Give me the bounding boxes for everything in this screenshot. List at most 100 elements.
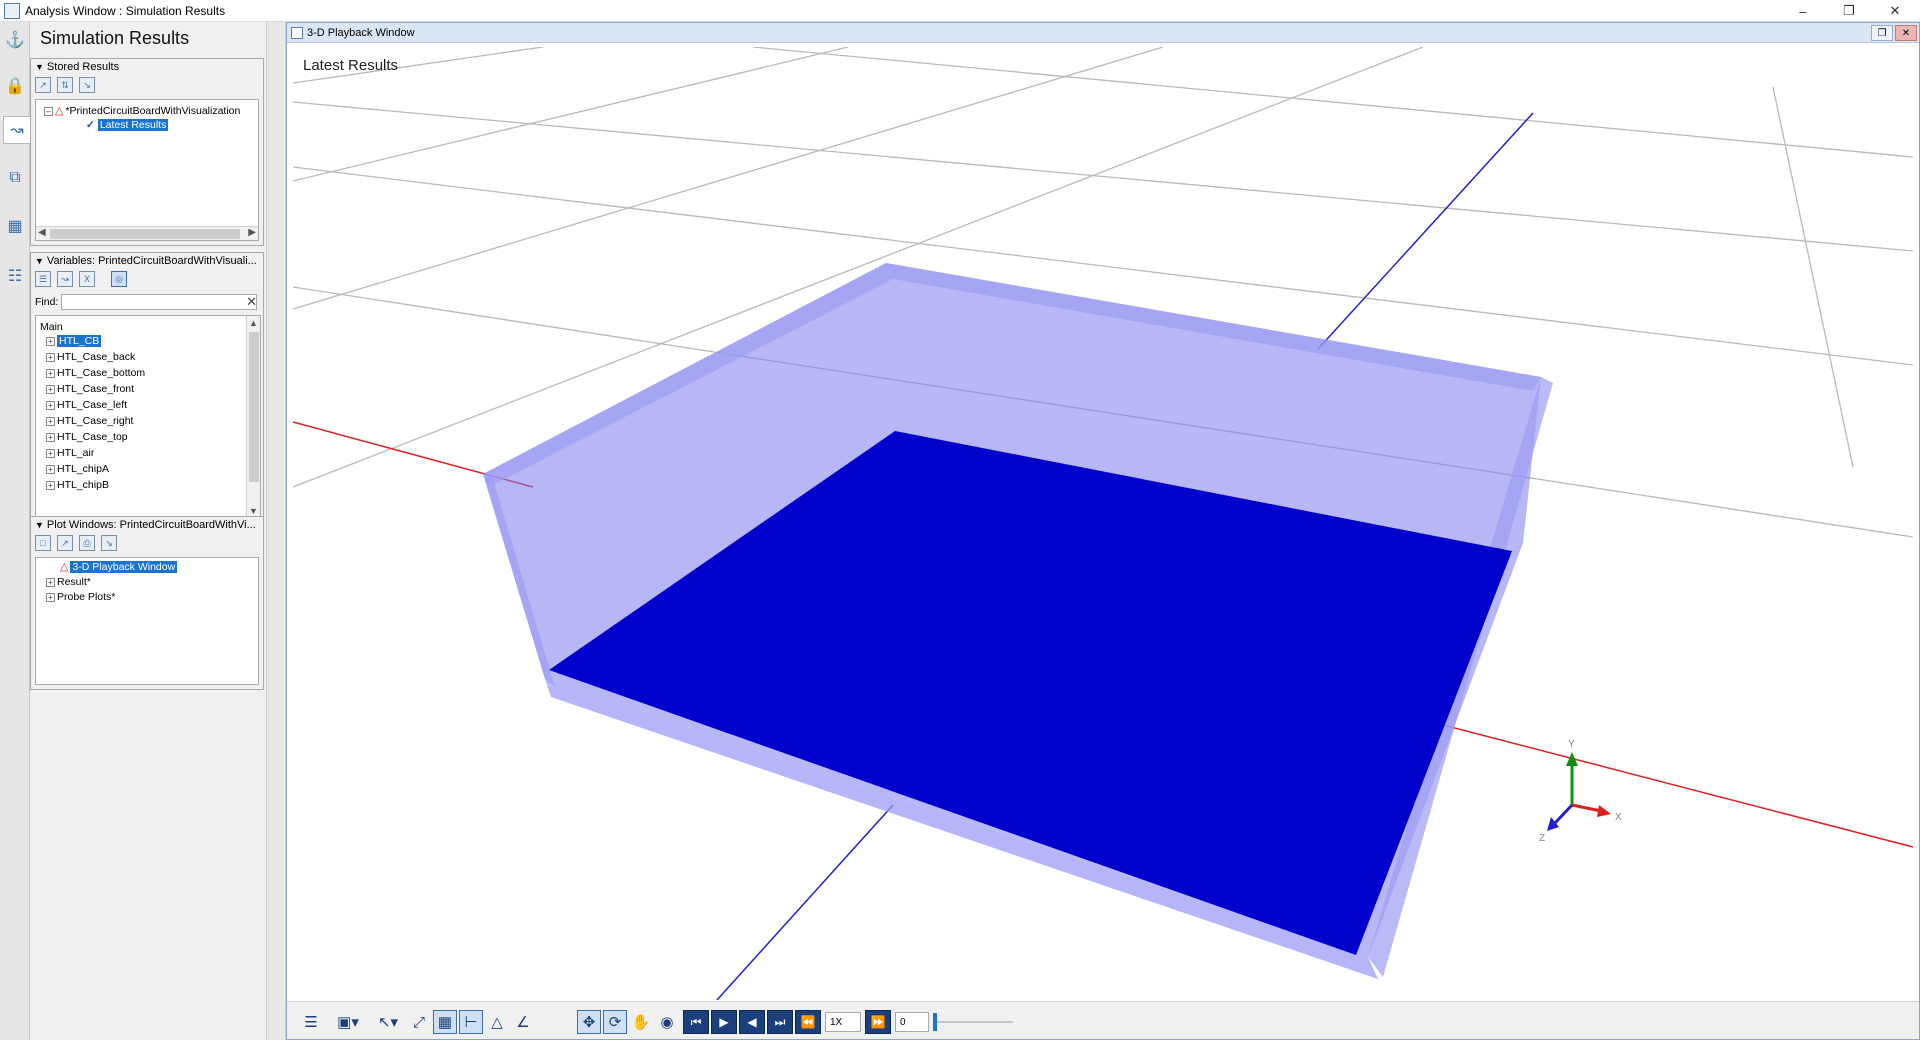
scroll-thumb[interactable] (249, 332, 259, 482)
faster-icon[interactable]: ⏩ (865, 1010, 891, 1034)
rotate-mode-icon[interactable]: ⟳ (603, 1010, 627, 1034)
hand-tool-icon[interactable]: ✋ (629, 1010, 653, 1034)
table-icon[interactable]: ▦ (3, 212, 27, 240)
pan-mode-icon[interactable]: ✥ (577, 1010, 601, 1034)
select-pointer-icon[interactable]: ↖▾ (373, 1010, 403, 1034)
scroll-thumb[interactable] (50, 229, 240, 239)
expand-toggle-icon[interactable]: + (46, 592, 55, 602)
variable-plot-icon[interactable]: ↝ (57, 271, 73, 287)
tree-node-variable[interactable]: + HTL_Case_left (46, 398, 127, 412)
export-plot-icon[interactable]: ↘ (101, 535, 117, 551)
playback-toolbar: ☰ ▣▾ ↖▾ ⤢ ▦ ⊢ △ ∠ ✥ ⟳ ✋ ◉ ⏮ ▶ ◀ ⏭ ⏪ 1X ⏩… (287, 1001, 1919, 1039)
variables-vscrollbar[interactable]: ▲ ▼ (246, 316, 260, 518)
new-plot-icon[interactable]: □ (35, 535, 51, 551)
clear-find-icon[interactable]: ✕ (246, 294, 257, 310)
tree-node-variable[interactable]: + HTL_chipB (46, 478, 109, 492)
tree-node-plot-window[interactable]: + Result* (46, 575, 91, 589)
side-icon-strip: ⚓ 🔒 ↝ ⧉ ▦ ☷ (0, 22, 30, 1040)
compare-results-icon[interactable]: ⇅ (57, 77, 73, 93)
minimize-button[interactable]: – (1780, 0, 1826, 22)
tree-node-variable[interactable]: + HTL_CB (46, 334, 102, 348)
tree-node-latest-results[interactable]: ✓ Latest Results (86, 118, 169, 132)
tree-node-variable[interactable]: + HTL_air (46, 446, 94, 460)
book-icon[interactable]: ☷ (3, 262, 27, 290)
restore-window-button[interactable]: ❐ (1871, 25, 1893, 41)
plot-results-icon[interactable]: ↝ (3, 116, 30, 144)
print-plot-icon[interactable]: ⎙ (79, 535, 95, 551)
panel-splitter[interactable] (266, 22, 286, 1040)
collapse-icon: ▼ (35, 520, 44, 530)
collapse-toggle-icon[interactable]: – (44, 106, 53, 116)
probe-icon[interactable]: ∠ (511, 1010, 535, 1034)
expand-toggle-icon[interactable]: + (46, 368, 55, 378)
tree-node-model[interactable]: – △ *PrintedCircuitBoardWithVisualization (44, 104, 240, 118)
camera-icon[interactable]: ◉ (655, 1010, 679, 1034)
stored-results-hscrollbar[interactable]: ◀ ▶ (36, 226, 258, 240)
z-axis-line (716, 804, 894, 1000)
load-results-icon[interactable]: ↗ (35, 77, 51, 93)
open-plot-icon[interactable]: ↗ (57, 535, 73, 551)
expand-toggle-icon[interactable]: + (46, 400, 55, 410)
expand-toggle-icon[interactable]: + (46, 432, 55, 442)
tree-node-variable[interactable]: + HTL_Case_top (46, 430, 128, 444)
stored-results-section: ▼ Stored Results ↗ ⇅ ↘ – △ *PrintedCircuitB… (30, 58, 264, 246)
expand-toggle-icon[interactable]: + (46, 577, 55, 587)
time-slider-track[interactable] (933, 1021, 1013, 1023)
grid-toggle-icon[interactable]: ▦ (433, 1010, 457, 1034)
tree-node-variable[interactable]: + HTL_chipA (46, 462, 109, 476)
3d-scene: Y X Z (293, 47, 1913, 1000)
cubes-icon[interactable]: ⧉ (3, 164, 27, 192)
scroll-up-icon[interactable]: ▲ (249, 318, 258, 328)
expand-toggle-icon[interactable]: + (46, 480, 55, 490)
export-results-icon[interactable]: ↘ (79, 77, 95, 93)
slower-icon[interactable]: ⏪ (795, 1010, 821, 1034)
anchor-icon[interactable]: ⚓ (3, 26, 27, 54)
tree-node-variable[interactable]: + HTL_Case_bottom (46, 366, 145, 380)
lock-icon[interactable]: 🔒 (3, 72, 27, 100)
variable-clear-icon[interactable]: X (79, 271, 95, 287)
stored-results-header[interactable]: ▼ Stored Results (31, 59, 263, 75)
variable-visualize-icon[interactable]: ◎ (111, 271, 127, 287)
scroll-down-icon[interactable]: ▼ (249, 506, 258, 516)
variables-header[interactable]: ▼ Variables: PrintedCircuitBoardWithVisua… (31, 253, 263, 269)
scroll-right-icon[interactable]: ▶ (248, 227, 256, 238)
expand-toggle-icon[interactable]: + (46, 336, 55, 346)
scroll-left-icon[interactable]: ◀ (38, 227, 46, 238)
play-icon[interactable]: ▶ (711, 1010, 737, 1034)
expand-toggle-icon[interactable]: + (46, 352, 55, 362)
view-cube-icon[interactable]: ▣▾ (333, 1010, 363, 1034)
skip-to-start-icon[interactable]: ⏮ (683, 1010, 709, 1034)
expand-toggle-icon[interactable]: + (46, 384, 55, 394)
tree-node-plot-window[interactable]: + Probe Plots* (46, 590, 115, 604)
playback-window-titlebar: 3-D Playback Window (287, 23, 1919, 43)
restore-button[interactable]: ❐ (1826, 0, 1872, 22)
tree-node-variable[interactable]: + HTL_Case_back (46, 350, 135, 364)
variable-filter-icon[interactable]: ☰ (35, 271, 51, 287)
tree-node-variable[interactable]: + HTL_Case_right (46, 414, 133, 428)
close-window-button[interactable]: ✕ (1895, 25, 1917, 41)
shapes-icon[interactable]: △ (485, 1010, 509, 1034)
window-icon (291, 26, 303, 39)
skip-to-end-icon[interactable]: ⏭ (767, 1010, 793, 1034)
step-back-icon[interactable]: ◀ (739, 1010, 765, 1034)
tree-node-playback-window[interactable]: △ 3-D Playback Window (60, 560, 178, 574)
fit-view-icon[interactable]: ⤢ (407, 1010, 431, 1034)
tree-node-main[interactable]: Main (40, 320, 63, 334)
app-icon (4, 2, 20, 19)
expand-toggle-icon[interactable]: + (46, 416, 55, 426)
time-slider-thumb[interactable] (933, 1013, 937, 1031)
expand-toggle-icon[interactable]: + (46, 448, 55, 458)
stored-results-tree: – △ *PrintedCircuitBoardWithVisualization … (35, 99, 259, 241)
expand-toggle-icon[interactable]: + (46, 464, 55, 474)
settings-sliders-icon[interactable]: ☰ (299, 1010, 323, 1034)
plot-windows-header[interactable]: ▼ Plot Windows: PrintedCircuitBoardWithVi… (31, 517, 263, 533)
title-bar: Analysis Window : Simulation Results – ❐… (0, 0, 1920, 22)
axes-toggle-icon[interactable]: ⊢ (459, 1010, 483, 1034)
tree-node-variable[interactable]: + HTL_Case_front (46, 382, 134, 396)
3d-viewport[interactable]: Y X Z Latest Results (293, 47, 1913, 1000)
speed-display: 1X (825, 1012, 861, 1032)
find-input[interactable] (61, 294, 258, 310)
time-field[interactable]: 0 (895, 1012, 929, 1032)
close-button[interactable]: ✕ (1872, 0, 1918, 22)
warning-icon: △ (55, 105, 64, 117)
